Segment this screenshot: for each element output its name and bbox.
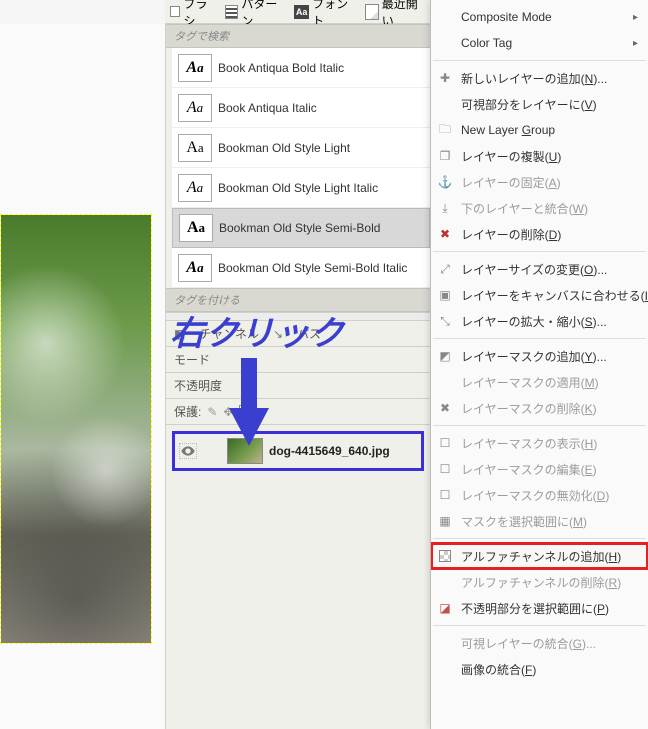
- ctx-alpha-to-selection[interactable]: ◪ 不透明部分を選択範囲に(P): [431, 595, 648, 621]
- fit-canvas-icon: ▣: [437, 287, 453, 303]
- layer-mode-label: モード: [174, 351, 210, 368]
- ctx-delete-layer[interactable]: ✖ レイヤーの削除(D): [431, 221, 648, 247]
- font-preview-icon: Aa: [178, 54, 212, 82]
- protect-brush-icon[interactable]: ✎: [207, 405, 217, 419]
- new-layer-icon: ✚: [437, 70, 453, 86]
- merge-down-icon: ⤓: [437, 200, 453, 216]
- protect-move-icon[interactable]: ✥: [223, 405, 233, 419]
- photo-content: [1, 215, 151, 643]
- delete-icon: ✖: [437, 226, 453, 242]
- font-tag-apply[interactable]: タグを付ける: [166, 288, 430, 312]
- ctx-disable-layer-mask: ☐ レイヤーマスクの無効化(D): [431, 482, 648, 508]
- delete-icon: ✖: [437, 400, 453, 416]
- font-name: Bookman Old Style Semi-Bold Italic: [218, 261, 407, 275]
- resize-icon: ⤢: [437, 261, 453, 277]
- layer-opacity-label: 不透明度: [174, 377, 222, 394]
- ctx-layer-boundary-size[interactable]: ⤢ レイヤーサイズの変更(O)...: [431, 256, 648, 282]
- checkbox-icon: ☐: [437, 461, 453, 477]
- docked-toolbar: ブラシ パターン Aa フォント 最近開い: [165, 0, 430, 24]
- font-item-selected[interactable]: Aa Bookman Old Style Semi-Bold: [172, 208, 430, 248]
- ctx-new-layer-group[interactable]: 🗀 New Layer Group: [431, 117, 648, 143]
- font-icon: Aa: [294, 5, 309, 19]
- layer-item-selected[interactable]: dog-4415649_640.jpg: [172, 431, 424, 471]
- font-name: Bookman Old Style Light: [218, 141, 350, 155]
- ctx-visible-to-layer[interactable]: 可視部分をレイヤーに(V): [431, 91, 648, 117]
- ctx-scale-layer[interactable]: ⤡ レイヤーの拡大・縮小(S)...: [431, 308, 648, 334]
- pattern-icon: [225, 5, 238, 19]
- folder-plus-icon: 🗀: [437, 122, 453, 138]
- protect-alpha-icon[interactable]: [239, 405, 253, 419]
- font-name: Bookman Old Style Semi-Bold: [219, 221, 380, 235]
- font-preview-icon: Aa: [178, 254, 212, 282]
- tab-channels-label: チャンネル: [199, 325, 259, 342]
- font-tag-search[interactable]: タグで検索: [166, 24, 430, 48]
- layer-mode-row[interactable]: モード: [166, 347, 430, 373]
- layer-thumbnail: [227, 438, 263, 464]
- font-item[interactable]: Aa Book Antiqua Italic: [172, 88, 430, 128]
- image-on-canvas[interactable]: [0, 214, 152, 644]
- ctx-remove-alpha-channel: アルファチャンネルの削除(R): [431, 569, 648, 595]
- anchor-icon: ⚓: [437, 174, 453, 190]
- font-preview-icon: Aa: [178, 174, 212, 202]
- checkbox-icon: [170, 6, 180, 17]
- ctx-anchor-layer: ⚓ レイヤーの固定(A): [431, 169, 648, 195]
- layer-context-menu: Composite Mode Color Tag ✚ 新しいレイヤーの追加(N)…: [430, 0, 648, 729]
- ctx-new-layer[interactable]: ✚ 新しいレイヤーの追加(N)...: [431, 65, 648, 91]
- font-item[interactable]: Aa Bookman Old Style Light Italic: [172, 168, 430, 208]
- right-dock-column: タグで検索 Aa Book Antiqua Bold Italic Aa Boo…: [165, 24, 430, 729]
- ctx-merge-down: ⤓ 下のレイヤーと統合(W): [431, 195, 648, 221]
- tab-paths-label: パス: [297, 325, 321, 342]
- font-list[interactable]: Aa Book Antiqua Bold Italic Aa Book Anti…: [172, 48, 430, 288]
- ctx-mask-to-selection: ▦ マスクを選択範囲に(M): [431, 508, 648, 534]
- mask-add-icon: ◩: [437, 348, 453, 364]
- font-item[interactable]: Aa Bookman Old Style Semi-Bold Italic: [172, 248, 430, 288]
- ctx-composite-mode[interactable]: Composite Mode: [431, 4, 648, 30]
- ctx-apply-layer-mask: レイヤーマスクの適用(M): [431, 369, 648, 395]
- ctx-edit-layer-mask: ☐ レイヤーマスクの編集(E): [431, 456, 648, 482]
- ctx-add-alpha-channel[interactable]: アルファチャンネルの追加(H): [431, 543, 648, 569]
- font-name: Bookman Old Style Light Italic: [218, 181, 378, 195]
- ctx-flatten-image[interactable]: 画像の統合(F): [431, 656, 648, 682]
- eye-icon[interactable]: [179, 443, 197, 459]
- font-name: Book Antiqua Bold Italic: [218, 61, 344, 75]
- layer-protect-label: 保護:: [174, 403, 201, 420]
- ctx-color-tag[interactable]: Color Tag: [431, 30, 648, 56]
- layer-protect-row: 保護: ✎ ✥: [166, 399, 430, 425]
- selection-icon: ▦: [437, 513, 453, 529]
- duplicate-icon: ❐: [437, 148, 453, 164]
- font-preview-icon: Aa: [178, 94, 212, 122]
- ctx-duplicate-layer[interactable]: ❐ レイヤーの複製(U): [431, 143, 648, 169]
- ctx-merge-visible: 可視レイヤーの統合(G)...: [431, 630, 648, 656]
- font-item[interactable]: Aa Book Antiqua Bold Italic: [172, 48, 430, 88]
- document-icon: [365, 4, 378, 20]
- checkbox-icon: ☐: [437, 435, 453, 451]
- ctx-layer-to-image-size[interactable]: ▣ レイヤーをキャンバスに合わせる(I): [431, 282, 648, 308]
- layer-opacity-row[interactable]: 不透明度: [166, 373, 430, 399]
- layers-tabs[interactable]: ◧ チャンネル ↘ パス: [166, 321, 430, 347]
- scale-icon: ⤡: [437, 313, 453, 329]
- ctx-delete-layer-mask: ✖ レイヤーマスクの削除(K): [431, 395, 648, 421]
- canvas-area[interactable]: [0, 24, 165, 729]
- ctx-add-layer-mask[interactable]: ◩ レイヤーマスクの追加(Y)...: [431, 343, 648, 369]
- layer-name-label[interactable]: dog-4415649_640.jpg: [269, 444, 390, 458]
- checkbox-icon: ☐: [437, 487, 453, 503]
- layers-panel: ◧ チャンネル ↘ パス モード 不透明度 保護: ✎ ✥: [166, 320, 430, 729]
- ctx-show-layer-mask: ☐ レイヤーマスクの表示(H): [431, 430, 648, 456]
- font-preview-icon: Aa: [179, 214, 213, 242]
- alpha-icon: [437, 548, 453, 564]
- selection-red-icon: ◪: [437, 600, 453, 616]
- font-preview-icon: Aa: [178, 134, 212, 162]
- font-item[interactable]: Aa Bookman Old Style Light: [172, 128, 430, 168]
- font-name: Book Antiqua Italic: [218, 101, 317, 115]
